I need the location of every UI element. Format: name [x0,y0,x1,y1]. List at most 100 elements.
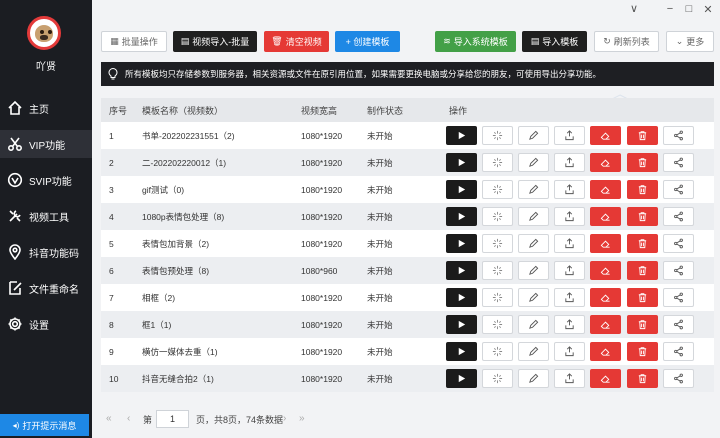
delete-button[interactable] [627,207,658,226]
open-tips-button[interactable]: ◂) 打开提示消息 [0,414,89,436]
create-template-button[interactable]: + 创建模板 [335,31,400,52]
sidebar-item-home[interactable]: 主页 [0,94,92,122]
export-button[interactable] [554,180,585,199]
edit-button[interactable] [518,180,549,199]
clear-button[interactable] [590,288,621,307]
import-system-template-button[interactable]: ≋ 导入系统模板 [435,31,516,52]
clear-button[interactable] [590,207,621,226]
play-button[interactable] [446,126,477,145]
share-button[interactable] [663,261,694,280]
play-button[interactable] [446,315,477,334]
share-button[interactable] [663,207,694,226]
edit-button[interactable] [518,153,549,172]
clear-button[interactable] [590,369,621,388]
clear-button[interactable] [590,180,621,199]
delete-button[interactable] [627,261,658,280]
edit-button[interactable] [518,234,549,253]
share-button[interactable] [663,153,694,172]
delete-button[interactable] [627,288,658,307]
export-button[interactable] [554,342,585,361]
share-button[interactable] [663,234,694,253]
effects-button[interactable] [482,234,513,253]
play-button[interactable] [446,369,477,388]
table-row[interactable]: 4 1080p表情包处理（8) 1080*1920 未开始 [101,203,714,230]
table-row[interactable]: 6 表情包预处理（8) 1080*960 未开始 [101,257,714,284]
edit-button[interactable] [518,288,549,307]
table-row[interactable]: 2 二-202202220012（1) 1080*1920 未开始 [101,149,714,176]
refresh-list-button[interactable]: ↻ 刷新列表 [594,31,659,52]
play-button[interactable] [446,288,477,307]
prev-page-button[interactable]: ‹ [127,413,130,424]
export-button[interactable] [554,126,585,145]
share-button[interactable] [663,315,694,334]
effects-button[interactable] [482,288,513,307]
effects-button[interactable] [482,342,513,361]
batch-operation-button[interactable]: ▦ 批量操作 [101,31,167,52]
export-button[interactable] [554,234,585,253]
collapse-icon[interactable]: ∨ [627,2,641,15]
edit-button[interactable] [518,261,549,280]
sidebar-item-vip[interactable]: VIP功能 [0,130,92,158]
table-row[interactable]: 7 相框（2) 1080*1920 未开始 [101,284,714,311]
edit-button[interactable] [518,126,549,145]
clear-button[interactable] [590,342,621,361]
delete-button[interactable] [627,180,658,199]
export-button[interactable] [554,315,585,334]
sidebar-item-rename[interactable]: 文件重命名 [0,274,92,302]
sidebar-item-svip[interactable]: SVIP功能 [0,166,92,194]
close-button[interactable]: ✕ [701,3,715,16]
edit-button[interactable] [518,369,549,388]
table-row[interactable]: 5 表情包加背景（2) 1080*1920 未开始 [101,230,714,257]
share-button[interactable] [663,126,694,145]
clear-button[interactable] [590,261,621,280]
more-button[interactable]: ⌄ 更多 [666,31,714,52]
delete-button[interactable] [627,234,658,253]
clear-button[interactable] [590,126,621,145]
play-button[interactable] [446,153,477,172]
delete-button[interactable] [627,315,658,334]
export-button[interactable] [554,369,585,388]
export-button[interactable] [554,207,585,226]
effects-button[interactable] [482,315,513,334]
delete-button[interactable] [627,153,658,172]
table-row[interactable]: 9 横仿一媒体去重（1) 1080*1920 未开始 [101,338,714,365]
clear-video-button[interactable]: 🗑 清空视频 [264,31,329,52]
share-button[interactable] [663,288,694,307]
share-button[interactable] [663,180,694,199]
effects-button[interactable] [482,126,513,145]
effects-button[interactable] [482,261,513,280]
delete-button[interactable] [627,369,658,388]
edit-button[interactable] [518,342,549,361]
play-button[interactable] [446,234,477,253]
clear-button[interactable] [590,234,621,253]
export-button[interactable] [554,288,585,307]
avatar[interactable] [27,16,61,50]
effects-button[interactable] [482,207,513,226]
export-button[interactable] [554,153,585,172]
play-button[interactable] [446,207,477,226]
effects-button[interactable] [482,369,513,388]
table-row[interactable]: 8 框1（1) 1080*1920 未开始 [101,311,714,338]
table-row[interactable]: 10 抖音无缝合拍2（1) 1080*1920 未开始 [101,365,714,392]
sidebar-item-settings[interactable]: 设置 [0,310,92,338]
last-page-button[interactable]: » [299,413,305,424]
delete-button[interactable] [627,126,658,145]
play-button[interactable] [446,180,477,199]
clear-button[interactable] [590,315,621,334]
delete-button[interactable] [627,342,658,361]
export-button[interactable] [554,261,585,280]
edit-button[interactable] [518,207,549,226]
sidebar-item-video-tools[interactable]: 视频工具 [0,202,92,230]
table-row[interactable]: 3 gif测试（0) 1080*1920 未开始 [101,176,714,203]
first-page-button[interactable]: « [106,413,112,424]
next-page-button[interactable]: › [283,413,286,424]
share-button[interactable] [663,342,694,361]
table-row[interactable]: 1 书单-202202231551（2) 1080*1920 未开始 [101,122,714,149]
play-button[interactable] [446,342,477,361]
import-template-button[interactable]: ▤ 导入模板 [522,31,587,52]
maximize-button[interactable]: □ [682,3,696,15]
effects-button[interactable] [482,153,513,172]
effects-button[interactable] [482,180,513,199]
play-button[interactable] [446,261,477,280]
edit-button[interactable] [518,315,549,334]
